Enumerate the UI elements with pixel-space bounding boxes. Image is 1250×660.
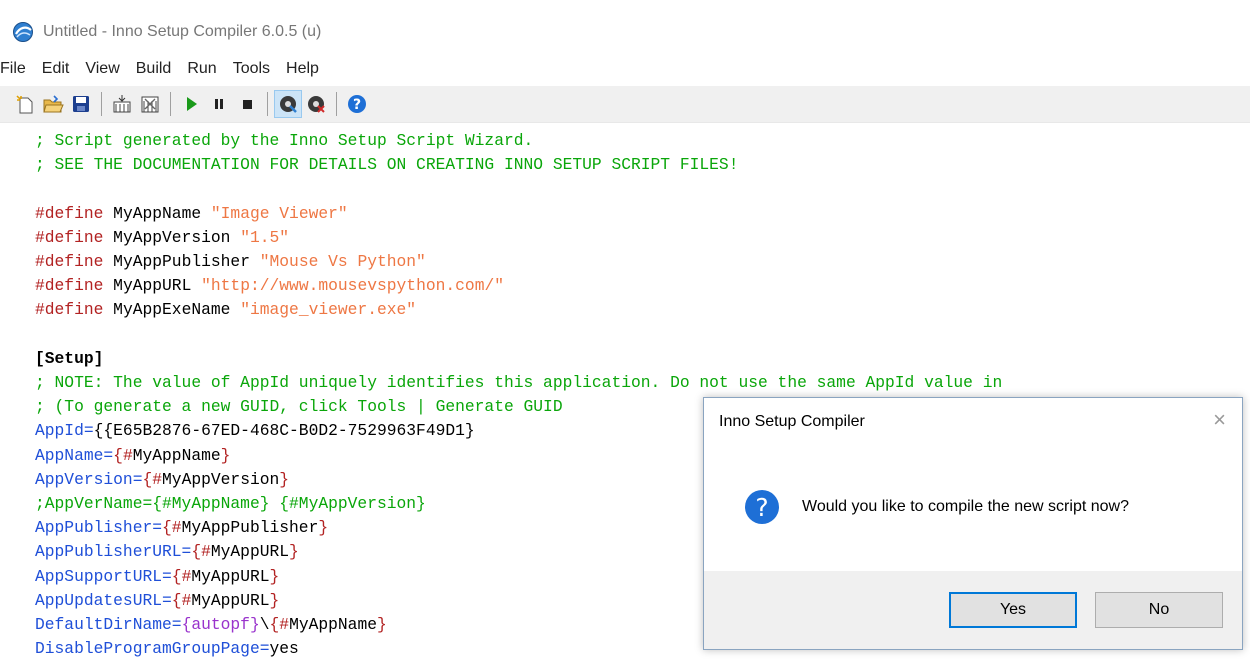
code-line: AppPublisher={#MyAppPublisher}	[35, 518, 329, 538]
code-line: #define MyAppVersion "1.5"	[35, 227, 290, 247]
svg-text:?: ?	[353, 97, 361, 113]
menu-build[interactable]: Build	[129, 56, 181, 82]
toolbar-separator	[101, 92, 102, 116]
compile-prompt-dialog: Inno Setup Compiler × ? Would you like t…	[703, 397, 1243, 650]
code-line: AppName={#MyAppName}	[35, 445, 231, 465]
toolbar-separator	[336, 92, 337, 116]
code-line: AppVersion={#MyAppVersion}	[35, 469, 290, 489]
code-line: ; (To generate a new GUID, click Tools |…	[35, 397, 563, 417]
open-folder-icon[interactable]	[40, 91, 66, 117]
code-line: ; Script generated by the Inno Setup Scr…	[35, 131, 534, 150]
menu-view[interactable]: View	[78, 56, 128, 82]
code-line: DisableProgramGroupPage=yes	[35, 639, 299, 659]
no-button[interactable]: No	[1095, 592, 1223, 628]
menu-help[interactable]: Help	[279, 56, 328, 82]
code-line: ;AppVerName={#MyAppName} {#MyAppVersion}	[35, 494, 426, 514]
toolbar: ?	[0, 86, 1250, 122]
save-icon[interactable]	[68, 91, 94, 117]
target-setup-icon[interactable]	[274, 90, 302, 118]
stop-compile-icon[interactable]	[137, 91, 163, 117]
title-bar: Untitled - Inno Setup Compiler 6.0.5 (u)	[0, 0, 1250, 44]
menu-tools[interactable]: Tools	[226, 56, 279, 82]
code-line: ; SEE THE DOCUMENTATION FOR DETAILS ON C…	[35, 155, 739, 175]
code-line: #define MyAppExeName "image_viewer.exe"	[35, 300, 417, 320]
code-line: AppUpdatesURL={#MyAppURL}	[35, 590, 280, 610]
compile-icon[interactable]	[109, 91, 135, 117]
question-icon: ?	[745, 490, 779, 524]
code-line: DefaultDirName={autopf}\{#MyAppName}	[35, 615, 387, 635]
toolbar-separator	[267, 92, 268, 116]
inno-setup-app-icon	[13, 22, 33, 42]
code-line: AppSupportURL={#MyAppURL}	[35, 566, 280, 586]
close-icon[interactable]: ×	[1213, 409, 1226, 431]
help-icon[interactable]: ?	[344, 91, 370, 117]
code-line: AppPublisherURL={#MyAppURL}	[35, 542, 299, 562]
code-line: #define MyAppName "Image Viewer"	[35, 203, 348, 223]
code-line: [Setup]	[35, 348, 104, 368]
toolbar-separator	[170, 92, 171, 116]
svg-text:?: ?	[755, 493, 768, 522]
code-line: #define MyAppURL "http://www.mousevspyth…	[35, 276, 505, 296]
yes-button[interactable]: Yes	[949, 592, 1077, 628]
run-icon[interactable]	[178, 91, 204, 117]
menu-bar: File Edit View Build Run Tools Help	[0, 56, 1250, 82]
code-line: #define MyAppPublisher "Mouse Vs Python"	[35, 252, 426, 272]
code-line: AppId={{E65B2876-67ED-468C-B0D2-7529963F…	[35, 421, 475, 441]
dialog-button-bar: Yes No	[704, 571, 1242, 649]
target-uninstall-icon[interactable]	[303, 91, 329, 117]
window-title: Untitled - Inno Setup Compiler 6.0.5 (u)	[43, 23, 322, 40]
code-line: ; NOTE: The value of AppId uniquely iden…	[35, 373, 1003, 393]
stop-icon[interactable]	[234, 91, 260, 117]
dialog-message: Would you like to compile the new script…	[802, 498, 1129, 515]
menu-edit[interactable]: Edit	[35, 56, 79, 82]
new-file-icon[interactable]	[12, 91, 38, 117]
pause-icon[interactable]	[206, 91, 232, 117]
dialog-title: Inno Setup Compiler	[719, 413, 865, 430]
menu-file[interactable]: File	[0, 56, 35, 82]
menu-run[interactable]: Run	[180, 56, 225, 82]
